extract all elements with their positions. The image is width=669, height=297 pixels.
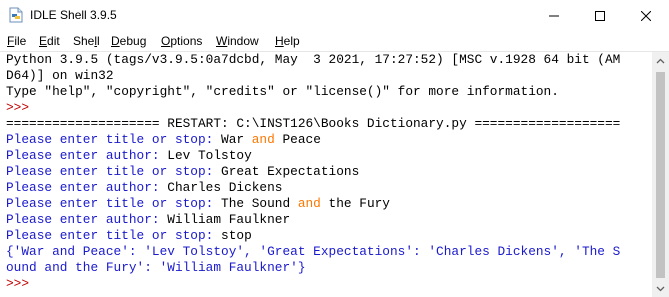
scrollbar-thumb[interactable] bbox=[656, 72, 665, 278]
menu-window[interactable]: Window bbox=[216, 34, 259, 48]
python-idle-icon bbox=[8, 7, 24, 23]
author-entry-line: Please enter author: William Faulkner bbox=[6, 212, 291, 227]
banner-line-2: D64)] on win32 bbox=[6, 68, 114, 83]
author-entry-line: Please enter author: Charles Dickens bbox=[6, 180, 283, 195]
banner-line-1: Python 3.9.5 (tags/v3.9.5:0a7dcbd, May 3… bbox=[6, 52, 621, 67]
restart-line: ==================== RESTART: C:\INST126… bbox=[6, 116, 621, 131]
scroll-down-arrow[interactable] bbox=[652, 280, 669, 297]
chevron-down-icon bbox=[656, 286, 665, 291]
menu-shell[interactable]: Shell bbox=[73, 34, 100, 48]
dictionary-output-line-1: {'War and Peace': 'Lev Tolstoy', 'Great … bbox=[6, 244, 621, 259]
menu-help[interactable]: Help bbox=[275, 34, 300, 48]
menu-edit[interactable]: Edit bbox=[39, 34, 60, 48]
title-entry-line: Please enter title or stop: Great Expect… bbox=[6, 164, 360, 179]
menu-debug[interactable]: Debug bbox=[111, 34, 146, 48]
banner-line-3: Type "help", "copyright", "credits" or "… bbox=[6, 84, 559, 99]
window-title: IDLE Shell 3.9.5 bbox=[30, 8, 117, 22]
chevron-up-icon bbox=[656, 58, 665, 63]
title-entry-line: Please enter title or stop: The Sound an… bbox=[6, 196, 390, 211]
maximize-button[interactable] bbox=[577, 0, 623, 31]
title-entry-line: Please enter title or stop: War and Peac… bbox=[6, 132, 321, 147]
minimize-button[interactable] bbox=[531, 0, 577, 31]
menu-bar: File Edit Shell Debug Options Window Hel… bbox=[0, 31, 669, 51]
title-entry-line: Please enter title or stop: stop bbox=[6, 228, 252, 243]
minimize-icon bbox=[549, 15, 559, 16]
vertical-scrollbar[interactable] bbox=[652, 52, 669, 297]
shell-prompt: >>> bbox=[6, 100, 30, 115]
shell-text-area[interactable]: Python 3.9.5 (tags/v3.9.5:0a7dcbd, May 3… bbox=[0, 52, 652, 297]
close-button[interactable] bbox=[623, 0, 669, 31]
maximize-icon bbox=[595, 10, 605, 21]
menu-file[interactable]: File bbox=[7, 34, 26, 48]
close-icon bbox=[641, 10, 651, 21]
scroll-up-arrow[interactable] bbox=[652, 52, 669, 69]
shell-prompt-final[interactable]: >>> bbox=[6, 276, 29, 292]
author-entry-line: Please enter author: Lev Tolstoy bbox=[6, 148, 252, 163]
dictionary-output-line-2: ound and the Fury': 'William Faulkner'} bbox=[6, 260, 306, 275]
menu-options[interactable]: Options bbox=[161, 34, 202, 48]
title-bar[interactable]: IDLE Shell 3.9.5 bbox=[0, 0, 669, 31]
